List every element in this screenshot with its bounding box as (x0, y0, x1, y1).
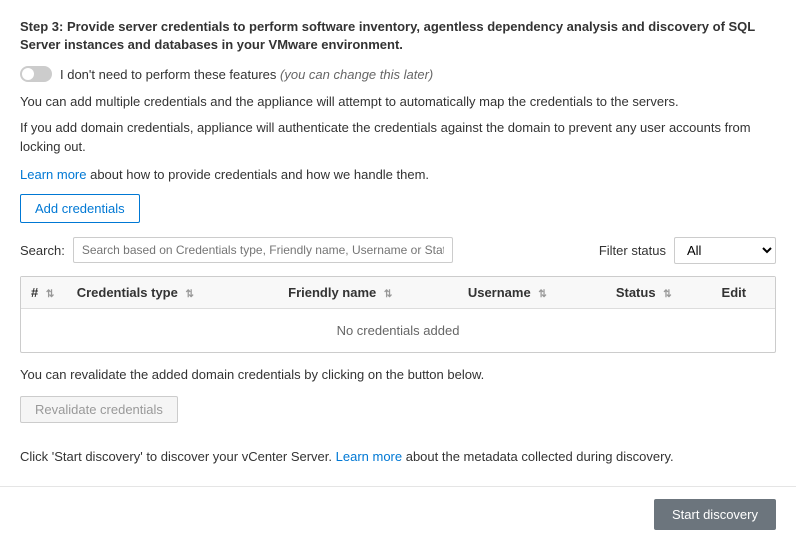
sort-icon-username: ⇅ (538, 289, 546, 300)
toggle-label: I don't need to perform these features (… (60, 67, 433, 82)
credentials-table-wrapper: # ⇅ Credentials type ⇅ Friendly name ⇅ U… (20, 276, 776, 353)
info-line1: You can add multiple credentials and the… (20, 92, 776, 112)
start-discovery-button[interactable]: Start discovery (654, 499, 776, 530)
search-input[interactable] (73, 237, 453, 263)
revalidate-info: You can revalidate the added domain cred… (20, 367, 776, 382)
sort-icon-status: ⇅ (663, 289, 671, 300)
toggle-switch[interactable] (20, 66, 52, 82)
filter-status-select[interactable]: All Valid Invalid Pending (674, 237, 776, 264)
toggle-knob (22, 68, 34, 80)
col-header-edit: Edit (712, 277, 775, 309)
info-line2: If you add domain credentials, appliance… (20, 118, 776, 157)
col-header-creds-type[interactable]: Credentials type ⇅ (67, 277, 278, 309)
sort-icon-friendly-name: ⇅ (384, 289, 392, 300)
credentials-table: # ⇅ Credentials type ⇅ Friendly name ⇅ U… (21, 277, 775, 352)
empty-message: No credentials added (21, 308, 775, 352)
col-header-friendly-name[interactable]: Friendly name ⇅ (278, 277, 458, 309)
add-credentials-button[interactable]: Add credentials (20, 194, 140, 223)
col-header-username[interactable]: Username ⇅ (458, 277, 606, 309)
discovery-text: Click 'Start discovery' to discover your… (20, 447, 776, 467)
filter-status-label: Filter status (599, 243, 666, 258)
search-label: Search: (20, 243, 65, 258)
col-header-status[interactable]: Status ⇅ (606, 277, 712, 309)
sort-icon-hash: ⇅ (46, 289, 54, 300)
discovery-learn-more-link[interactable]: Learn more (336, 449, 402, 464)
revalidate-credentials-button[interactable]: Revalidate credentials (20, 396, 178, 423)
sort-icon-creds-type: ⇅ (185, 289, 193, 300)
col-header-hash[interactable]: # ⇅ (21, 277, 67, 309)
footer: Start discovery (0, 486, 796, 542)
empty-row: No credentials added (21, 308, 775, 352)
learn-more-row: Learn more about how to provide credenti… (20, 167, 776, 182)
learn-more-suffix: about how to provide credentials and how… (86, 167, 429, 182)
learn-more-link[interactable]: Learn more (20, 167, 86, 182)
step-title: Step 3: Provide server credentials to pe… (20, 18, 776, 54)
revalidate-section: You can revalidate the added domain cred… (20, 367, 776, 437)
